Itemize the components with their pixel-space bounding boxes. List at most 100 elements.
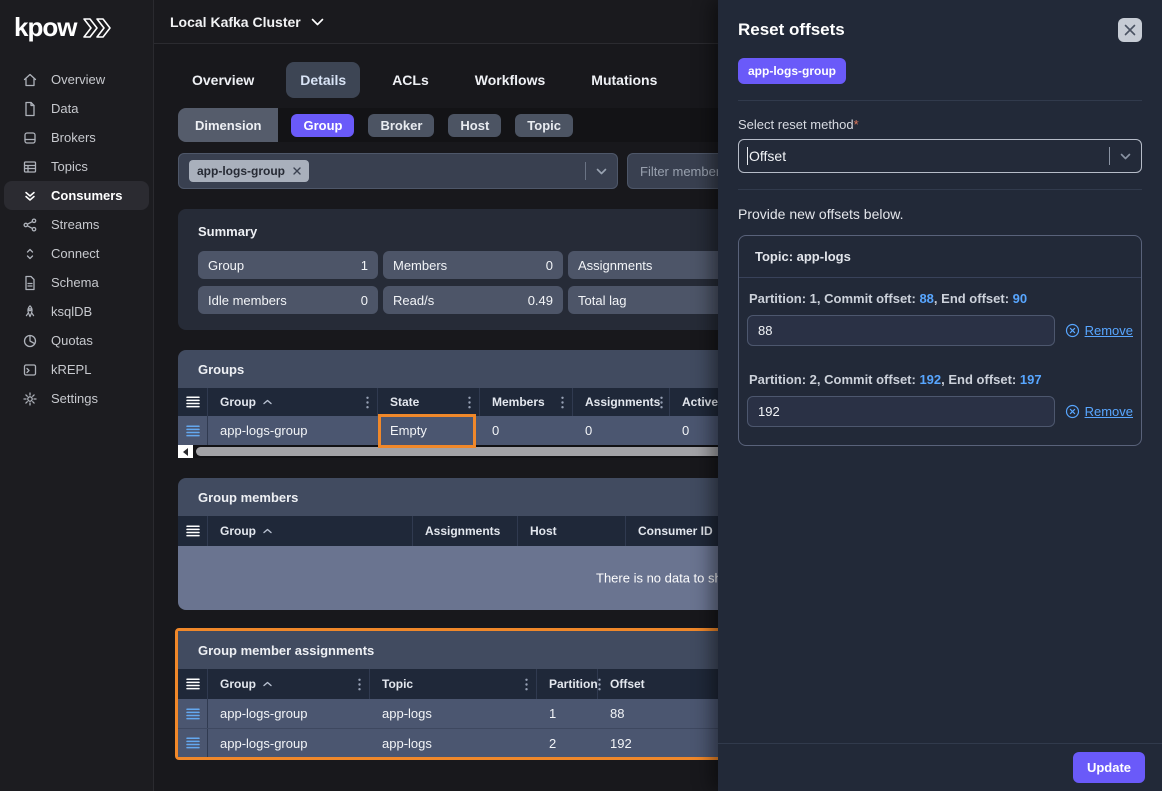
column-header-assignments[interactable]: Assignments xyxy=(413,516,518,546)
column-menu-icon[interactable] xyxy=(468,396,471,409)
group-filter-select[interactable]: app-logs-group xyxy=(178,153,618,189)
sidebar-item-quotas[interactable]: Quotas xyxy=(4,326,149,355)
rocket-icon xyxy=(22,304,38,320)
remove-partition-link[interactable]: Remove xyxy=(1065,404,1133,419)
sidebar-item-streams[interactable]: Streams xyxy=(4,210,149,239)
commit-offset-value: 192 xyxy=(919,372,941,387)
partition-info-label: Partition: 2, Commit offset: 192, End of… xyxy=(749,372,1133,387)
text-cursor xyxy=(747,147,748,165)
sidebar-item-data[interactable]: Data xyxy=(4,94,149,123)
sidebar-item-label: Settings xyxy=(51,391,98,406)
panel-title: Reset offsets xyxy=(738,20,845,40)
cell-group: app-logs-group xyxy=(208,416,378,445)
tab-acls[interactable]: ACLs xyxy=(378,62,443,98)
sidebar-item-label: Quotas xyxy=(51,333,93,348)
reset-method-label: Select reset method* xyxy=(738,117,1142,132)
cluster-selector-label[interactable]: Local Kafka Cluster xyxy=(170,14,301,30)
tag-remove-icon[interactable] xyxy=(293,167,301,175)
sidebar-item-krepl[interactable]: kREPL xyxy=(4,355,149,384)
tab-workflows[interactable]: Workflows xyxy=(461,62,560,98)
sidebar-nav: Overview Data Brokers Topics Consumers S… xyxy=(0,65,153,413)
chevron-down-icon[interactable] xyxy=(596,168,607,175)
dimension-group-button[interactable]: Group xyxy=(291,114,354,137)
sidebar-item-brokers[interactable]: Brokers xyxy=(4,123,149,152)
sort-arrows-icon xyxy=(22,246,38,262)
sidebar: kpow Overview Data Brokers Topics Consum… xyxy=(0,0,154,791)
offset-input[interactable] xyxy=(747,315,1055,346)
column-header-group[interactable]: Group xyxy=(208,516,413,546)
sidebar-item-label: Streams xyxy=(51,217,99,232)
instruction-text: Provide new offsets below. xyxy=(738,206,1142,222)
row-menu-icon[interactable] xyxy=(178,729,208,757)
offset-input[interactable] xyxy=(747,396,1055,427)
remove-partition-link[interactable]: Remove xyxy=(1065,323,1133,338)
label-text: , End offset: xyxy=(941,372,1020,387)
sidebar-item-connect[interactable]: Connect xyxy=(4,239,149,268)
menu-icon[interactable] xyxy=(178,516,208,546)
sidebar-item-overview[interactable]: Overview xyxy=(4,65,149,94)
column-label: Offset xyxy=(610,677,645,691)
panel-header: Reset offsets xyxy=(738,18,1142,42)
label-text: Partition: 2, Commit offset: xyxy=(749,372,919,387)
tab-overview[interactable]: Overview xyxy=(178,62,268,98)
sidebar-item-consumers[interactable]: Consumers xyxy=(4,181,149,210)
cell-group: app-logs-group xyxy=(208,729,370,757)
dimension-topic-button[interactable]: Topic xyxy=(515,114,573,137)
menu-icon[interactable] xyxy=(178,669,208,699)
chevron-down-icon[interactable] xyxy=(311,18,324,26)
partition-input-row: Remove xyxy=(747,315,1133,346)
column-menu-icon[interactable] xyxy=(366,396,369,409)
kpow-logo: kpow xyxy=(0,0,153,43)
column-menu-icon[interactable] xyxy=(358,678,361,691)
sidebar-item-ksqldb[interactable]: ksqlDB xyxy=(4,297,149,326)
column-header-assignments[interactable]: Assignments xyxy=(573,388,670,416)
sidebar-item-settings[interactable]: Settings xyxy=(4,384,149,413)
panel-footer: Update xyxy=(718,743,1162,791)
label-text: , End offset: xyxy=(934,291,1013,306)
row-menu-icon[interactable] xyxy=(178,416,208,445)
column-header-group[interactable]: Group xyxy=(208,669,370,699)
tab-mutations[interactable]: Mutations xyxy=(577,62,671,98)
chevron-down-icon[interactable] xyxy=(1120,153,1131,160)
cell-members: 0 xyxy=(480,416,573,445)
column-label: Group xyxy=(220,395,256,409)
column-header-partition[interactable]: Partition xyxy=(537,669,598,699)
update-button[interactable]: Update xyxy=(1073,752,1145,783)
reset-method-select[interactable]: Offset xyxy=(738,139,1142,173)
logo-wordmark: kpow xyxy=(14,12,76,43)
cell-partition: 2 xyxy=(537,729,598,757)
dimension-broker-button[interactable]: Broker xyxy=(368,114,434,137)
stat-value: 0 xyxy=(546,258,553,273)
close-button[interactable] xyxy=(1118,18,1142,42)
remove-label: Remove xyxy=(1085,323,1133,338)
column-header-topic[interactable]: Topic xyxy=(370,669,537,699)
column-label: Host xyxy=(530,524,557,538)
column-label: State xyxy=(390,395,419,409)
column-label: Assignments xyxy=(425,524,500,538)
cell-topic: app-logs xyxy=(370,699,537,728)
sidebar-item-topics[interactable]: Topics xyxy=(4,152,149,181)
column-header-host[interactable]: Host xyxy=(518,516,626,546)
stat-idle-members: Idle members 0 xyxy=(198,286,378,314)
scroll-left-arrow-icon[interactable] xyxy=(178,445,193,458)
row-menu-icon[interactable] xyxy=(178,699,208,728)
column-menu-icon[interactable] xyxy=(525,678,528,691)
column-menu-icon[interactable] xyxy=(561,396,564,409)
partition-section: Partition: 1, Commit offset: 88, End off… xyxy=(747,291,1133,346)
select-divider xyxy=(1109,147,1110,165)
column-header-state[interactable]: State xyxy=(378,388,480,416)
table-icon xyxy=(22,159,38,175)
column-header-group[interactable]: Group xyxy=(208,388,378,416)
commit-offset-value: 88 xyxy=(919,291,933,306)
stat-label: Assignments xyxy=(578,258,652,273)
file-icon xyxy=(22,101,38,117)
menu-icon[interactable] xyxy=(178,388,208,416)
dimension-host-button[interactable]: Host xyxy=(448,114,501,137)
select-adornments xyxy=(1109,147,1131,165)
tab-details[interactable]: Details xyxy=(286,62,360,98)
sidebar-item-schema[interactable]: Schema xyxy=(4,268,149,297)
column-menu-icon[interactable] xyxy=(660,396,663,409)
gear-icon xyxy=(22,391,38,407)
column-header-members[interactable]: Members xyxy=(480,388,573,416)
double-chevron-down-icon xyxy=(22,188,38,204)
